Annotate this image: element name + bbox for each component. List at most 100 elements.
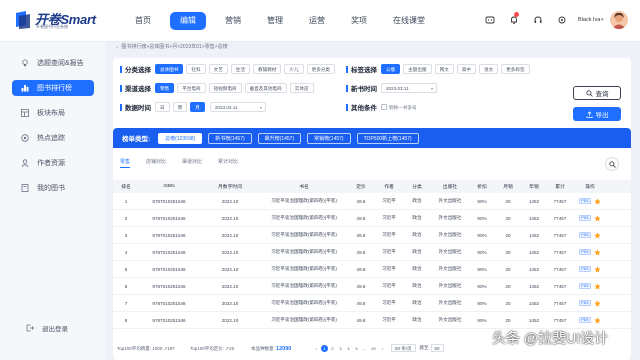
table-row[interactable]: 1 9787010251546 2022.10 习近平谈治国理政(第四卷)(平装) 49… [113, 193, 631, 210]
tag-option[interactable]: 公版 [381, 64, 401, 74]
logo[interactable]: 开卷Smart 开卷图书行业系统 [14, 9, 114, 35]
tab-retail[interactable]: 零售 [120, 158, 131, 168]
period-option[interactable]: 日 [155, 102, 170, 112]
table-cell[interactable]: 习近平谈治国理政(第四卷)(平装) [261, 283, 347, 289]
column-header[interactable]: 出版社 [431, 183, 469, 190]
favorite-star-icon[interactable] [593, 214, 601, 222]
page-number[interactable]: 4 [345, 345, 352, 352]
page-number[interactable]: 1 [321, 344, 328, 352]
nav-online-class[interactable]: 在线课堂 [386, 12, 432, 30]
settings-icon[interactable] [556, 14, 568, 26]
favorite-star-icon[interactable] [593, 231, 601, 239]
favorite-star-icon[interactable] [593, 265, 601, 273]
pds-tag[interactable]: PDS [579, 198, 591, 204]
category-option[interactable]: 少儿 [284, 64, 304, 74]
tab-channel-compare[interactable]: 渠道对比 [182, 158, 202, 168]
pds-tag[interactable]: PDS [579, 232, 591, 238]
avatar[interactable] [610, 11, 628, 29]
message-icon[interactable] [484, 14, 496, 26]
pds-tag[interactable]: PDS [579, 215, 591, 221]
channel-option[interactable]: 零售 [155, 83, 175, 93]
sidebar-item-book-ranking[interactable]: 图书排行榜 [12, 80, 94, 96]
table-row[interactable]: 7 9787010251546 2022.10 习近平谈治国理政(第四卷)(平装) 49… [113, 295, 631, 312]
logout-button[interactable]: 退出登录 [26, 323, 68, 333]
tag-option[interactable]: 语文 [479, 64, 499, 74]
sidebar-item-layout[interactable]: 板块布局 [12, 105, 94, 121]
sidebar-item-authors[interactable]: 作者资源 [12, 155, 94, 171]
nav-edit[interactable]: 编辑 [170, 12, 206, 30]
category-option[interactable]: 文艺 [208, 64, 228, 74]
tag-option[interactable]: 高中 [456, 64, 476, 74]
list-type-new[interactable]: 新书榜(1457) [208, 132, 252, 144]
tab-cumulative-compare[interactable]: 累计对比 [218, 158, 238, 168]
nav-management[interactable]: 管理 [260, 12, 290, 30]
category-option[interactable]: 更多分类 [306, 64, 335, 74]
query-button[interactable]: 查询 [573, 86, 621, 100]
newbook-date-select[interactable]: 2023.03.11 ▾ [381, 83, 437, 93]
category-option[interactable]: 社科 [186, 64, 206, 74]
column-header[interactable]: 作者 [375, 183, 403, 190]
tag-option[interactable]: 更多标签 [501, 64, 530, 74]
channel-option[interactable]: 垂直及其他电商 [244, 83, 287, 93]
nav-awards[interactable]: 奖项 [344, 12, 374, 30]
column-header[interactable]: 累计 [547, 183, 573, 190]
user-name[interactable]: Black Iva [578, 17, 600, 23]
page-number[interactable]: 5 [353, 345, 360, 352]
table-cell[interactable]: 习近平谈治国理政(第四卷)(平装) [261, 300, 347, 306]
favorite-star-icon[interactable] [593, 316, 601, 324]
table-row[interactable]: 2 9787010251546 2022.10 习近平谈治国理政(第四卷)(平装) 49… [113, 210, 631, 227]
favorite-star-icon[interactable] [593, 299, 601, 307]
pds-tag[interactable]: PDS [579, 283, 591, 289]
table-row[interactable]: 6 9787010251546 2022.10 习近平谈治国理政(第四卷)(平装) 49… [113, 278, 631, 295]
table-row[interactable]: 5 9787010251546 2022.10 习近平谈治国理政(第四卷)(平装) 49… [113, 261, 631, 278]
sidebar-item-hotspot[interactable]: 热点追踪 [12, 130, 94, 146]
export-button[interactable]: 导出 [573, 107, 621, 121]
table-cell[interactable]: 习近平谈治国理政(第四卷)(平装) [261, 266, 347, 272]
nav-home[interactable]: 首页 [128, 12, 158, 30]
table-cell[interactable]: 习近平谈治国理政(第四卷)(平装) [261, 232, 347, 238]
dedupe-checkbox[interactable]: 剔除一书多号 [381, 103, 417, 111]
column-header[interactable]: 月销 [495, 183, 521, 190]
period-date-select[interactable]: 2023.03.11 ▾ [209, 102, 266, 112]
list-type-rising[interactable]: 飙升榜(1457) [257, 132, 302, 144]
tab-store-compare[interactable]: 店铺对比 [146, 158, 166, 168]
column-header[interactable]: ISBN [139, 184, 199, 189]
channel-option[interactable]: 实体店 [289, 83, 314, 93]
goto-input[interactable]: 50 [430, 344, 444, 352]
sidebar-item-my-books[interactable]: 我的图书 [12, 180, 94, 196]
column-header[interactable]: 折扣 [469, 183, 495, 190]
category-option[interactable]: 生活 [230, 64, 250, 74]
nav-operations[interactable]: 运营 [302, 12, 332, 30]
tag-option[interactable]: 网文 [434, 64, 454, 74]
list-type-top500-new[interactable]: TOP500新上榜(1457) [356, 132, 419, 144]
favorite-star-icon[interactable] [593, 197, 601, 205]
sidebar-item-topic-report[interactable]: 选题查阅&报告 [12, 55, 94, 71]
tag-option[interactable]: 主题出版 [403, 64, 432, 74]
prev-page-icon[interactable]: ‹ [313, 345, 320, 352]
column-header[interactable]: 定价 [347, 183, 375, 190]
page-number[interactable]: 2 [329, 345, 336, 352]
pds-tag[interactable]: PDS [579, 300, 591, 306]
page-number[interactable]: 20 [369, 345, 378, 352]
list-type-total[interactable]: 总榜(123598) [158, 132, 203, 144]
table-row[interactable]: 3 9787010251546 2022.10 习近平谈治国理政(第四卷)(平装) 49… [113, 227, 631, 244]
table-cell[interactable]: 习近平谈治国理政(第四卷)(平装) [261, 215, 347, 221]
list-type-steady[interactable]: 常销榜(1457) [307, 132, 351, 144]
chevron-down-icon[interactable]: ▾ [601, 17, 604, 23]
table-row[interactable]: 4 9787010251546 2022.10 习近平谈治国理政(第四卷)(平装) 49… [113, 244, 631, 261]
favorite-star-icon[interactable] [593, 248, 601, 256]
table-search-button[interactable] [605, 157, 619, 171]
column-header[interactable]: 月数字时间 [199, 183, 261, 190]
pds-tag[interactable]: PDS [579, 317, 591, 323]
column-header[interactable]: 书名 [261, 183, 347, 190]
table-cell[interactable]: 习近平谈治国理政(第四卷)(平装) [261, 317, 347, 323]
favorite-star-icon[interactable] [593, 282, 601, 290]
table-row[interactable]: 8 9787010251546 2022.10 习近平谈治国理政(第四卷)(平装) 49… [113, 312, 631, 329]
channel-option[interactable]: 短视频电商 [208, 83, 242, 93]
column-header[interactable]: 年销 [521, 183, 547, 190]
pds-tag[interactable]: PDS [579, 266, 591, 272]
column-header[interactable]: 分类 [403, 183, 431, 190]
nav-marketing[interactable]: 营销 [218, 12, 248, 30]
table-cell[interactable]: 习近平谈治国理政(第四卷)(平装) [261, 198, 347, 204]
column-header[interactable]: 排名 [113, 183, 139, 190]
